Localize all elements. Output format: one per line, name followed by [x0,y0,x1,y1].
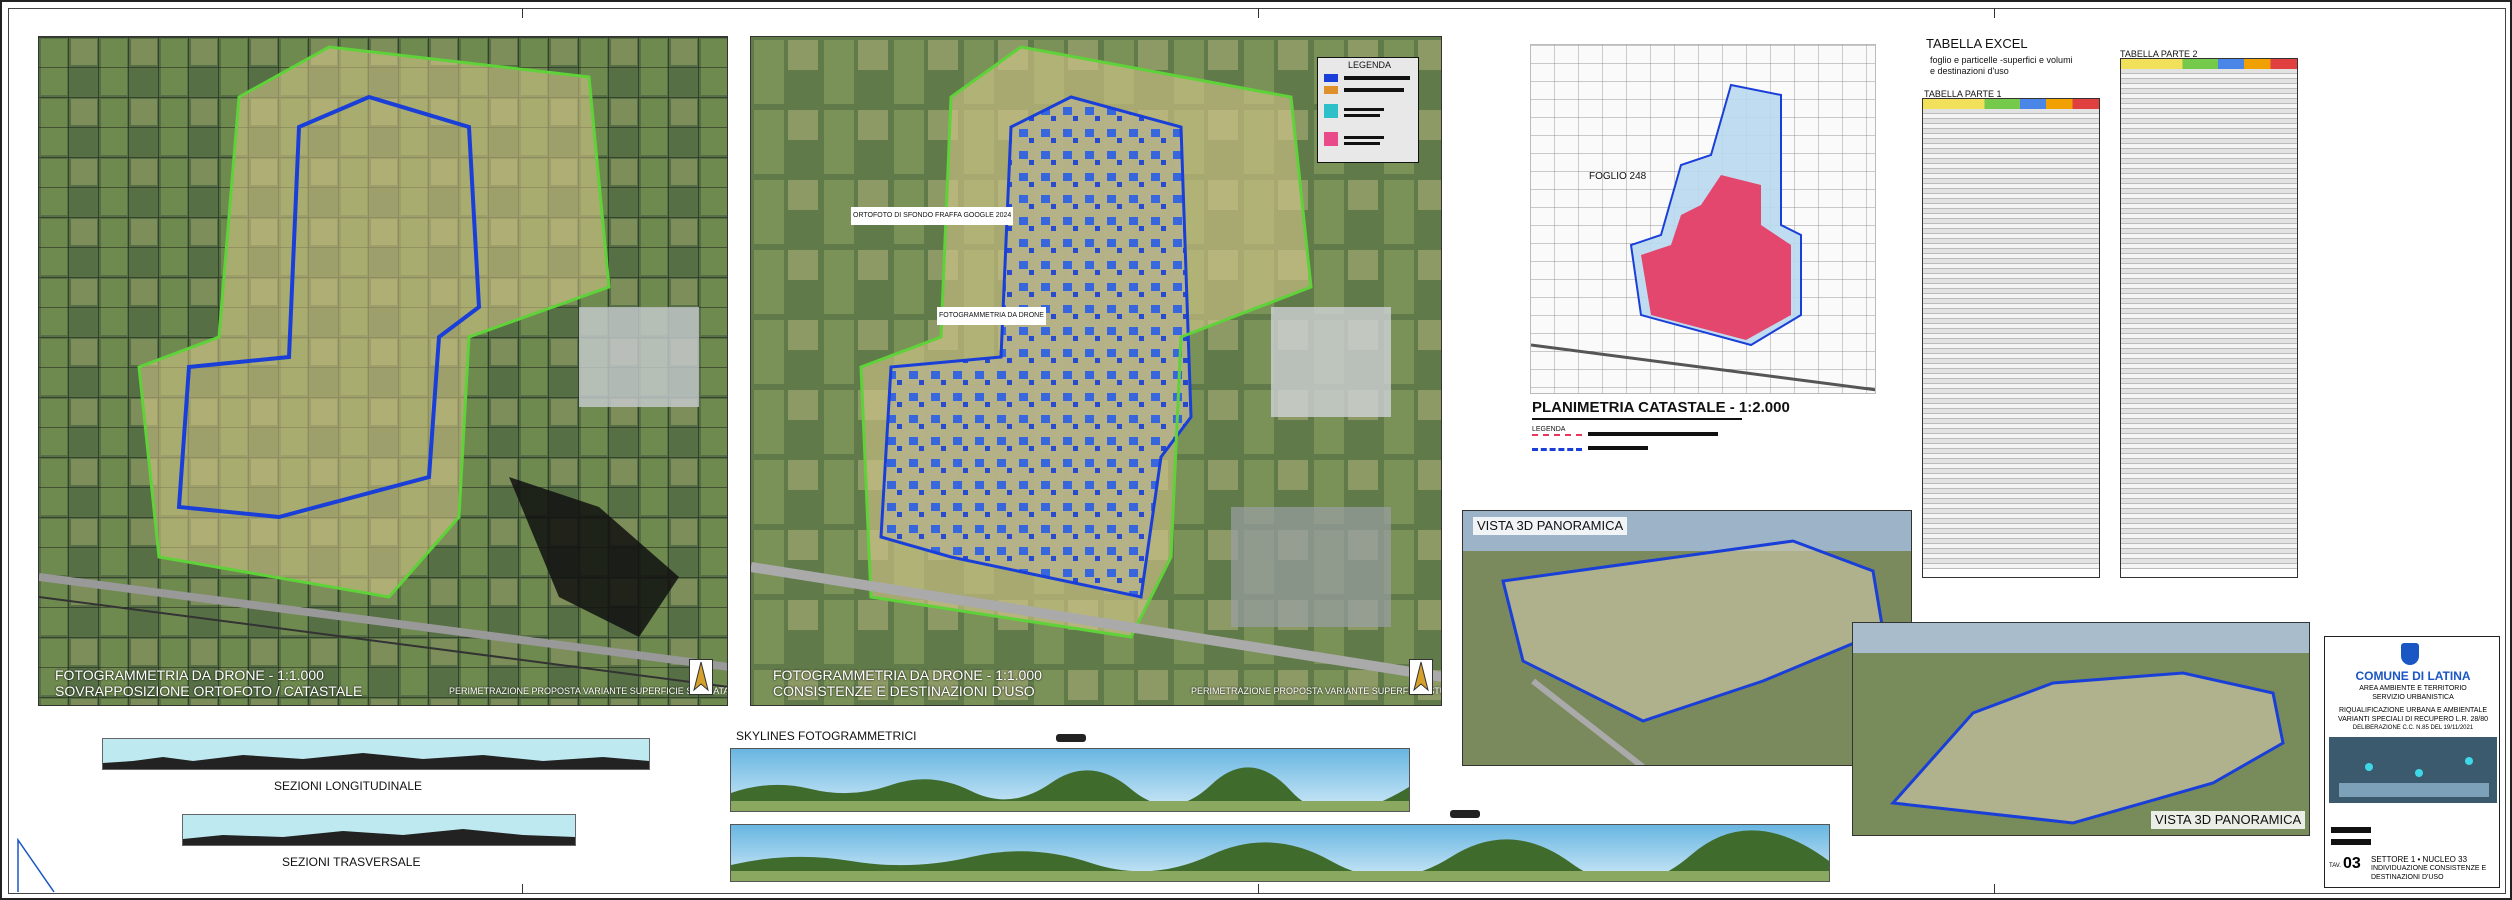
cadastral-title-underline [1532,418,1742,420]
view2-label: VISTA 3D PANORAMICA [2151,811,2306,829]
legend-bar [1344,76,1410,80]
table-header-band [1923,99,2099,109]
panoramic-3d-view-1: VISTA 3D PANORAMICA [1462,510,1912,766]
table-row [2121,564,2297,569]
transversal-section-label: SEZIONI TRASVERSALE [282,855,421,869]
cadastral-drawing [1531,45,1875,393]
drawing-sheet: FOTOGRAMMETRIA DA DRONE - 1:1.000 SOVRAP… [0,0,2512,900]
cadastral-map: FOGLIO 248 [1530,44,1876,394]
title-block: COMUNE DI LATINA AREA AMBIENTE E TERRITO… [2324,636,2500,888]
comune-crest-icon [2401,643,2419,665]
map2-title-line2: CONSISTENZE E DESTINAZIONI D'USO [773,683,1035,699]
cadastral-legend-label: LEGENDA [1532,426,1566,433]
frame-tick [522,884,523,894]
cadastral-title: PLANIMETRIA CATASTALE - 1:2.000 [1532,399,1790,416]
cadastral-foglio-label: FOGLIO 248 [1589,171,1647,182]
desc-line1: INDIVIDUAZIONE CONSISTENZE E [2371,865,2487,872]
excel-subtitle-2: e destinazioni d'uso [1930,66,2009,76]
frame-corner-arrow [17,838,55,893]
sheet-number: 03 [2343,855,2361,872]
frame-tick [1258,8,1259,18]
map2-label-drone: FOTOGRAMMETRIA DA DRONE [937,307,1046,325]
map1-title-line2: SOVRAPPOSIZIONE ORTOFOTO / CATASTALE [55,683,363,699]
excel-table-part1 [1922,98,2100,578]
skyline-2 [730,824,1830,882]
cadastral-legend-line-blue [1532,448,1582,451]
view1-drawing [1463,511,1911,765]
skyline-1 [730,748,1410,812]
excel-table-part2 [2120,58,2298,578]
legend-bar [1344,142,1380,145]
legend-swatch-cyan [1324,104,1338,118]
legend-bar [1344,108,1384,111]
skylines-title: SKYLINES FOTOGRAMMETRICI [736,729,917,743]
transversal-section [182,814,576,846]
legend-swatch-orange [1324,86,1338,94]
frame-tick [522,8,523,18]
dept-line1: AREA AMBIENTE E TERRITORIO [2359,685,2467,692]
table-header-band [2121,59,2297,69]
table-row [1923,564,2099,569]
map2-title-line1: FOTOGRAMMETRIA DA DRONE - 1:1.000 [773,667,1042,683]
title-block-bar [2331,827,2371,833]
legend-bar [1344,88,1404,92]
title-block-bar [2331,839,2371,845]
map1-legend-text: PERIMETRAZIONE PROPOSTA VARIANTE SUPERFI… [449,686,728,696]
settore-line: SETTORE 1 • NUCLEO 33 [2371,855,2468,864]
drone-icon [1450,810,1480,818]
map2-legend-title: LEGENDA [1348,60,1392,70]
map2-legend-box: LEGENDA [1317,57,1419,163]
title-block-photo [2329,737,2497,803]
frame-tick [1258,884,1259,894]
frame-tick [1994,8,1995,18]
longitudinal-section-label: SEZIONI LONGITUDINALE [274,779,423,793]
map1-drawing [39,37,727,705]
project-line1: RIQUALIFICAZIONE URBANA E AMBIENTALE [2338,707,2488,714]
cadastral-legend-bar [1588,432,1718,436]
project-line2: VARIANTI SPECIALI DI RECUPERO L.R. 28/80 [2337,716,2489,723]
map2-legend-text: PERIMETRAZIONE PROPOSTA VARIANTE SUPERFI… [1191,686,1441,696]
map-consistency-uses: LEGENDA ORTOFOTO DI SFONDO FRAFFA GOOGLE… [750,36,1442,706]
north-arrow-icon [689,659,713,695]
map2-label-ortofoto: ORTOFOTO DI SFONDO FRAFFA GOOGLE 2024 [851,207,1014,225]
desc-line2: DESTINAZIONI D'USO [2371,874,2444,881]
drone-icon [1056,734,1086,742]
dept-line2: SERVIZIO URBANISTICA [2372,694,2454,701]
panoramic-3d-view-2: VISTA 3D PANORAMICA [1852,622,2310,836]
north-arrow-icon [1409,659,1433,695]
legend-bar [1344,136,1384,139]
comune-name: COMUNE DI LATINA [2355,669,2471,683]
legend-bar [1344,114,1380,117]
view1-label: VISTA 3D PANORAMICA [1473,517,1628,535]
sheet-prefix: TAV. [2329,863,2341,869]
legend-swatch-blue [1324,74,1338,82]
excel-title: TABELLA EXCEL [1926,36,2028,51]
longitudinal-section [102,738,650,770]
view2-drawing [1853,623,2309,835]
legend-swatch-pink [1324,132,1338,146]
map1-title-line1: FOTOGRAMMETRIA DA DRONE - 1:1.000 [55,667,324,683]
cadastral-legend-bar [1588,446,1648,450]
delibera-line: DELIBERAZIONE C.C. N.85 DEL 19/11/2021 [2352,725,2474,731]
frame-tick [1994,884,1995,894]
map-overlay-cadastral: FOTOGRAMMETRIA DA DRONE - 1:1.000 SOVRAP… [38,36,728,706]
